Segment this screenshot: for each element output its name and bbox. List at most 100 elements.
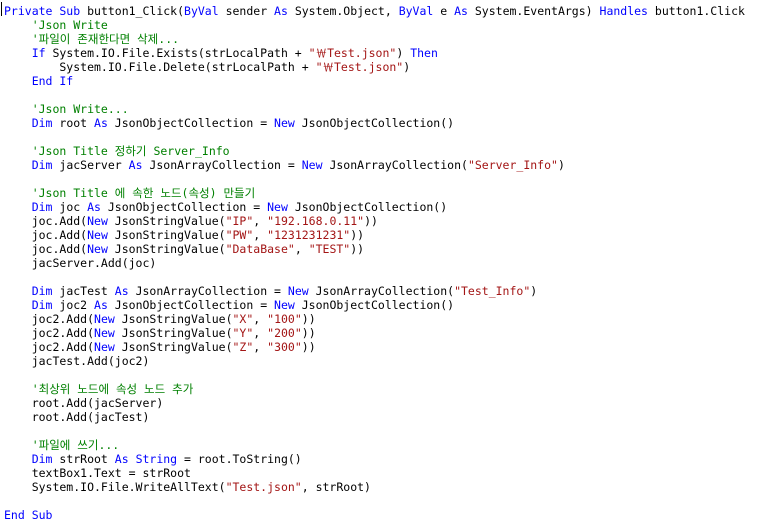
code-line[interactable]: '파일이 존재한다면 삭제... bbox=[4, 32, 762, 46]
code-token: System.IO.File.Delete(strLocalPath + bbox=[4, 60, 316, 74]
code-token: , bbox=[253, 214, 268, 228]
code-line[interactable]: System.IO.File.WriteAllText("Test.json",… bbox=[4, 480, 762, 494]
code-line[interactable]: ​ bbox=[4, 368, 762, 382]
code-line[interactable]: joc2.Add(New JsonStringValue("X", "100")… bbox=[4, 312, 762, 326]
code-line[interactable]: ​ bbox=[4, 130, 762, 144]
code-token: , bbox=[253, 312, 268, 326]
code-token: JsonStringValue( bbox=[107, 214, 226, 228]
code-token: , bbox=[294, 242, 309, 256]
code-token: , strRoot) bbox=[301, 480, 371, 494]
code-line[interactable]: joc2.Add(New JsonStringValue("Z", "300")… bbox=[4, 340, 762, 354]
code-line[interactable]: 'Json Write bbox=[4, 18, 762, 32]
string-token: "Y" bbox=[232, 326, 254, 340]
code-token: = root.ToString() bbox=[177, 452, 302, 466]
code-line[interactable]: ​ bbox=[4, 270, 762, 284]
code-line[interactable]: Private Sub button1_Click(ByVal sender A… bbox=[4, 4, 762, 18]
code-line[interactable]: Dim jacTest As JsonArrayCollection = New… bbox=[4, 284, 762, 298]
code-line[interactable]: root.Add(jacServer) bbox=[4, 396, 762, 410]
keyword-token: ByVal bbox=[398, 4, 434, 18]
keyword-token: Private Sub bbox=[4, 4, 81, 18]
keyword-token: New bbox=[274, 298, 295, 312]
code-lines: Private Sub button1_Click(ByVal sender A… bbox=[4, 4, 762, 522]
code-line[interactable]: jacServer.Add(joc) bbox=[4, 256, 762, 270]
code-token: JsonStringValue( bbox=[107, 242, 226, 256]
code-line[interactable]: If System.IO.File.Exists(strLocalPath + … bbox=[4, 46, 762, 60]
code-token: button1.Click bbox=[647, 4, 745, 18]
keyword-token: Dim bbox=[4, 284, 53, 298]
code-line[interactable]: joc.Add(New JsonStringValue("PW", "12312… bbox=[4, 228, 762, 242]
code-token: )) bbox=[350, 242, 365, 256]
comment-token: 'Json Title 정하기 Server_Info bbox=[4, 144, 230, 158]
code-token: joc2.Add( bbox=[4, 326, 95, 340]
keyword-token: End Sub bbox=[4, 508, 53, 522]
keyword-token: New bbox=[267, 200, 288, 214]
code-token: button1_Click( bbox=[80, 4, 185, 18]
string-token: "TEST" bbox=[308, 242, 351, 256]
code-line[interactable]: ​ bbox=[4, 424, 762, 438]
code-token: joc bbox=[52, 200, 88, 214]
keyword-token: New bbox=[87, 214, 108, 228]
code-line[interactable]: Dim joc As JsonObjectCollection = New Js… bbox=[4, 200, 762, 214]
code-token: JsonObjectCollection() bbox=[294, 298, 455, 312]
code-line[interactable]: End Sub bbox=[4, 508, 762, 522]
code-token: JsonArrayCollection( bbox=[322, 158, 468, 172]
code-token: , bbox=[253, 228, 268, 242]
keyword-token: Dim bbox=[4, 452, 53, 466]
code-token: JsonStringValue( bbox=[114, 340, 233, 354]
code-token: root.Add(jacServer) bbox=[4, 396, 164, 410]
code-line[interactable]: ​ bbox=[4, 172, 762, 186]
code-token: JsonArrayCollection( bbox=[308, 284, 455, 298]
string-token: "X" bbox=[232, 312, 254, 326]
code-token: )) bbox=[301, 340, 316, 354]
keyword-token: Dim bbox=[4, 298, 53, 312]
code-line[interactable]: '최상위 노드에 속성 노드 추가 bbox=[4, 382, 762, 396]
code-line[interactable]: Dim joc2 As JsonObjectCollection = New J… bbox=[4, 298, 762, 312]
code-token: JsonStringValue( bbox=[107, 228, 226, 242]
code-editor[interactable]: Private Sub button1_Click(ByVal sender A… bbox=[0, 0, 762, 526]
comment-token: 'Json Write bbox=[4, 18, 108, 32]
code-line[interactable]: jacTest.Add(joc2) bbox=[4, 354, 762, 368]
comment-token: 'Json Title 에 속한 노드(속성) 만들기 bbox=[4, 186, 256, 200]
keyword-token: New bbox=[287, 284, 309, 298]
code-token: )) bbox=[301, 326, 316, 340]
code-token: jacServer.Add(joc) bbox=[4, 256, 157, 270]
code-token: )) bbox=[364, 214, 378, 228]
code-line[interactable]: Dim root As JsonObjectCollection = New J… bbox=[4, 116, 762, 130]
code-line[interactable]: End If bbox=[4, 74, 762, 88]
code-line[interactable]: joc.Add(New JsonStringValue("IP", "192.1… bbox=[4, 214, 762, 228]
string-token: "192.168.0.11" bbox=[267, 214, 365, 228]
code-line[interactable]: 'Json Title 정하기 Server_Info bbox=[4, 144, 762, 158]
string-token: "Test_Info" bbox=[454, 284, 531, 298]
code-token: JsonObjectCollection = bbox=[107, 298, 275, 312]
code-line[interactable]: '파일에 쓰기... bbox=[4, 438, 762, 452]
code-line[interactable]: joc2.Add(New JsonStringValue("Y", "200")… bbox=[4, 326, 762, 340]
comment-token: '파일이 존재한다면 삭제... bbox=[4, 32, 180, 46]
code-line[interactable]: 'Json Title 에 속한 노드(속성) 만들기 bbox=[4, 186, 762, 200]
code-line[interactable]: textBox1.Text = strRoot bbox=[4, 466, 762, 480]
code-token: , bbox=[253, 340, 268, 354]
keyword-token: End If bbox=[4, 74, 74, 88]
code-line[interactable]: joc.Add(New JsonStringValue("DataBase", … bbox=[4, 242, 762, 256]
code-line[interactable]: ​ bbox=[4, 88, 762, 102]
code-token: joc2.Add( bbox=[4, 340, 95, 354]
code-token: e bbox=[433, 4, 455, 18]
keyword-token: New bbox=[94, 340, 115, 354]
code-line[interactable]: System.IO.File.Delete(strLocalPath + "￦T… bbox=[4, 60, 762, 74]
code-line[interactable]: root.Add(jacTest) bbox=[4, 410, 762, 424]
code-line[interactable]: ​ bbox=[4, 494, 762, 508]
code-token: joc2 bbox=[52, 298, 95, 312]
string-token: "200" bbox=[267, 326, 302, 340]
code-token: JsonStringValue( bbox=[114, 312, 233, 326]
code-token: JsonObjectCollection() bbox=[294, 116, 455, 130]
keyword-token: New bbox=[301, 158, 323, 172]
code-token: )) bbox=[350, 228, 365, 242]
code-line[interactable]: 'Json Write... bbox=[4, 102, 762, 116]
code-line[interactable]: Dim strRoot As String = root.ToString() bbox=[4, 452, 762, 466]
code-token: root bbox=[52, 116, 95, 130]
string-token: "1231231231" bbox=[267, 228, 351, 242]
string-token: "DataBase" bbox=[225, 242, 295, 256]
string-token: "Server_Info" bbox=[467, 158, 558, 172]
string-token: "￦Test.json" bbox=[315, 60, 404, 74]
code-token: joc2.Add( bbox=[4, 312, 95, 326]
code-line[interactable]: Dim jacServer As JsonArrayCollection = N… bbox=[4, 158, 762, 172]
